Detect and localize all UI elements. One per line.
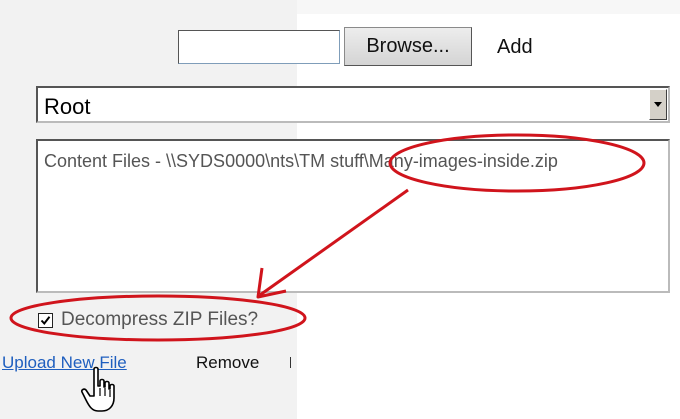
hand-pointer-icon — [81, 366, 115, 412]
folder-select[interactable]: Root — [36, 86, 670, 123]
top-band-background — [297, 0, 680, 14]
browse-button[interactable]: Browse... — [344, 27, 472, 66]
add-link[interactable]: Add — [497, 36, 533, 59]
file-list[interactable]: Content Files - \\SYDS0000\nts\TM stuff\… — [36, 139, 670, 293]
decompress-label: Decompress ZIP Files? — [61, 309, 259, 330]
folder-select-value: Root — [44, 94, 91, 119]
remove-link[interactable]: Remove — [196, 353, 259, 373]
file-path-input[interactable] — [178, 30, 340, 64]
list-item[interactable]: Content Files - \\SYDS0000\nts\TM stuff\… — [44, 151, 558, 172]
decompress-checkbox[interactable] — [38, 312, 53, 328]
checkmark-icon — [40, 315, 51, 325]
chevron-down-icon — [654, 102, 662, 107]
decompress-option[interactable]: Decompress ZIP Files? — [38, 309, 258, 331]
separator-tick — [290, 357, 291, 368]
dropdown-arrow-icon[interactable] — [649, 89, 667, 120]
